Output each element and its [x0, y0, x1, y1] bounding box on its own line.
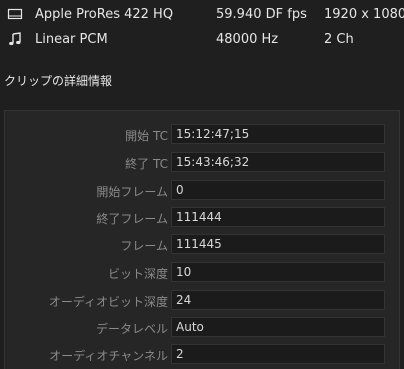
start-tc-field[interactable]: 15:12:47;15	[171, 124, 385, 144]
clip-info-page: Apple ProRes 422 HQ 59.940 DF fps 1920 x…	[0, 0, 404, 369]
audio-sample-rate: 48000 Hz	[216, 32, 279, 47]
field-row-end-frame: 終了フレーム 111444	[5, 207, 401, 228]
end-tc-field[interactable]: 15:43:46;32	[171, 152, 385, 172]
field-row-start-frame: 開始フレーム 0	[5, 180, 401, 201]
end-frame-field[interactable]: 111444	[171, 207, 385, 227]
field-label: オーディオチャンネル	[49, 349, 168, 363]
film-icon	[7, 6, 23, 22]
field-label: ビット深度	[107, 267, 168, 281]
field-label: フレーム	[120, 239, 168, 253]
field-label: 開始 TC	[125, 129, 168, 143]
field-row-bit-depth: ビット深度 10	[5, 262, 401, 283]
field-label: データレベル	[95, 322, 168, 336]
section-title: クリップの詳細情報	[4, 74, 113, 88]
field-label: 終了フレーム	[96, 212, 168, 226]
video-resolution: 1920 x 1080	[324, 7, 404, 22]
media-row-video: Apple ProRes 422 HQ 59.940 DF fps 1920 x…	[0, 2, 404, 28]
start-frame-field[interactable]: 0	[171, 180, 385, 200]
field-label: オーディオビット深度	[48, 295, 168, 309]
field-row-audio-bit-depth: オーディオビット深度 24	[5, 290, 401, 311]
field-row-end-tc: 終了 TC 15:43:46;32	[5, 152, 401, 173]
field-label: 終了 TC	[125, 157, 168, 171]
audio-channels: 2 Ch	[324, 32, 354, 47]
field-label: 開始フレーム	[96, 185, 168, 199]
video-frame-rate: 59.940 DF fps	[216, 7, 307, 22]
data-level-field[interactable]: Auto	[171, 317, 385, 337]
field-row-start-tc: 開始 TC 15:12:47;15	[5, 124, 401, 145]
field-row-audio-channels: オーディオチャンネル 2	[5, 344, 401, 365]
audio-codec: Linear PCM	[35, 32, 108, 47]
audio-channels-field[interactable]: 2	[171, 344, 385, 364]
media-row-audio: Linear PCM 48000 Hz 2 Ch	[0, 27, 404, 53]
field-row-frames: フレーム 111445	[5, 234, 401, 255]
field-row-data-level: データレベル Auto	[5, 317, 401, 338]
clip-details-panel: 開始 TC 15:12:47;15 終了 TC 15:43:46;32 開始フレ…	[4, 110, 400, 369]
audio-bit-depth-field[interactable]: 24	[171, 290, 385, 310]
frames-field[interactable]: 111445	[171, 234, 385, 254]
music-note-icon	[7, 31, 23, 47]
bit-depth-field[interactable]: 10	[171, 262, 385, 282]
video-codec: Apple ProRes 422 HQ	[35, 7, 174, 22]
